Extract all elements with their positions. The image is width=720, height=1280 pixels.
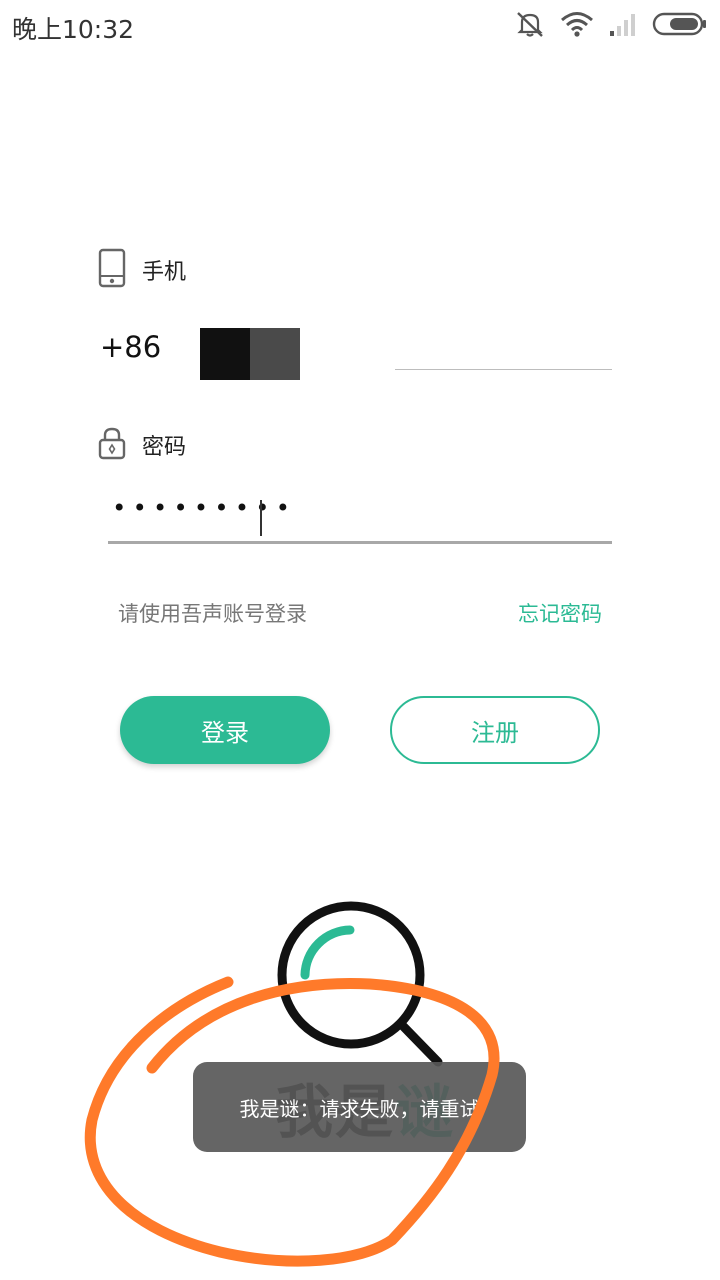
signal-icon: [608, 11, 638, 41]
phone-label: 手机: [142, 260, 187, 285]
redacted-block: [250, 328, 300, 380]
login-hint: 请使用吾声账号登录: [118, 602, 307, 626]
login-button[interactable]: 登录: [120, 696, 330, 764]
status-bar: 晚上10:32: [0, 0, 720, 52]
password-label-row: 密码: [98, 426, 186, 464]
phone-label-row: 手机: [98, 248, 186, 292]
mute-icon: [514, 9, 546, 43]
battery-icon: [652, 11, 708, 41]
phone-icon: [98, 248, 126, 292]
redacted-block: [200, 328, 250, 380]
status-icons: [514, 10, 708, 42]
magnifier-icon: [277, 901, 443, 1067]
phone-input-underline: [395, 369, 612, 370]
password-input[interactable]: •••••••••: [108, 492, 612, 544]
register-button[interactable]: 注册: [390, 696, 600, 764]
toast-text: 我是谜：请求失败，请重试: [239, 1096, 480, 1121]
status-time: 晚上10:32: [12, 15, 135, 44]
forgot-password-link[interactable]: 忘记密码: [518, 598, 602, 628]
toast-message: 我是谜：请求失败，请重试: [193, 1062, 526, 1152]
lock-icon: [98, 426, 126, 464]
password-value: •••••••••: [112, 494, 297, 522]
text-caret: [260, 500, 262, 536]
login-screen: 晚上10:32 手机 +86 密码 ••••••••• 请使用吾声账号登录 忘记…: [0, 0, 720, 1280]
phone-number-input[interactable]: [200, 328, 300, 380]
country-code[interactable]: +86: [100, 330, 161, 364]
wifi-icon: [560, 10, 594, 42]
password-label: 密码: [142, 435, 187, 460]
